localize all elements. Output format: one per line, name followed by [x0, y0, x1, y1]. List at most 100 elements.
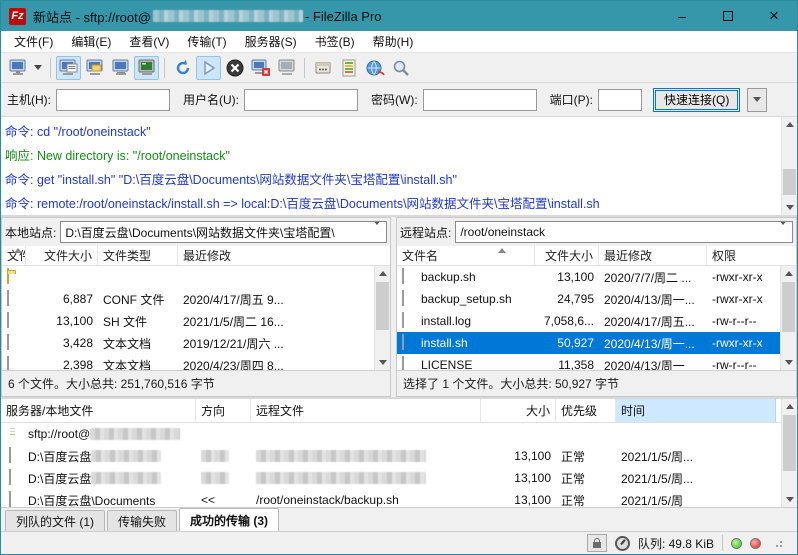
find-files-icon[interactable] [388, 56, 413, 80]
local-header-type[interactable]: 文件类型 [98, 246, 178, 265]
site-manager-dropdown-icon[interactable] [31, 56, 45, 80]
site-manager-icon[interactable] [5, 56, 30, 80]
table-row[interactable]: 6,887CONF 文件2020/4/17/周五 9... [2, 288, 374, 310]
quickconnect-dropdown[interactable] [747, 88, 767, 112]
lock-icon[interactable] [587, 534, 607, 552]
reconnect-icon[interactable] [274, 56, 299, 80]
refresh-icon[interactable] [170, 56, 195, 80]
toggle-remote-tree-icon[interactable] [108, 56, 133, 80]
menu-bookmarks[interactable]: 书签(B) [306, 31, 364, 52]
username-input[interactable] [244, 89, 358, 111]
local-status-bar: 6 个文件。大小总共: 251,760,516 字节 [2, 370, 390, 396]
cell-size: 24,795 [535, 288, 599, 310]
cell-size: 2,398 [26, 354, 98, 370]
table-row[interactable]: 2,398文本文档2020/4/23/周四 8... [2, 354, 374, 370]
remote-site-bar: 远程站点: /root/oneinstack [397, 218, 796, 246]
tab-successful-transfers[interactable]: 成功的传输 (3) [179, 508, 279, 531]
filename-text: install.sh [421, 336, 468, 350]
cell-direction: << [196, 489, 251, 507]
menu-edit[interactable]: 编辑(E) [62, 31, 120, 52]
toggle-local-tree-icon[interactable] [82, 56, 107, 80]
resize-grip[interactable] [773, 538, 783, 548]
cell-type: SH 文件 [98, 310, 178, 332]
host-input[interactable] [56, 89, 170, 111]
queue-row[interactable]: D:\百度云盘\Documents<</root/oneinstack/back… [1, 489, 781, 507]
remote-list-scrollbar[interactable] [780, 266, 796, 370]
local-site-label: 本地站点: [5, 224, 56, 241]
cell-filename [2, 266, 26, 288]
quickconnect-button[interactable]: 快速连接(Q) [653, 88, 740, 112]
table-row[interactable]: 3,428文本文档2019/12/21/周六 ... [2, 332, 374, 354]
queue-rows: sftp://root@ D:\百度云盘13,100正常2021/1/5/周...… [1, 423, 781, 507]
menu-transfer[interactable]: 传输(T) [178, 31, 235, 52]
file-icon [9, 470, 24, 486]
tab-failed-transfers[interactable]: 传输失败 [107, 510, 177, 531]
cell-modified: 2020/7/7/周二 ... [599, 266, 707, 288]
file-blue-icon [402, 335, 417, 351]
menu-file[interactable]: 文件(F) [5, 31, 62, 52]
queue-row[interactable]: sftp://root@ [1, 423, 781, 445]
cell-size: 13,100 [481, 489, 556, 507]
table-row[interactable] [2, 266, 374, 288]
cell-direction [196, 467, 251, 489]
toggle-message-log-icon[interactable] [56, 56, 81, 80]
message-log-scrollbar[interactable] [781, 117, 797, 215]
process-queue-icon[interactable] [196, 56, 221, 80]
remote-site-label: 远程站点: [400, 224, 451, 241]
cell-size: 13,100 [481, 445, 556, 467]
password-input[interactable] [423, 89, 537, 111]
log-prefix: 命令: [5, 197, 37, 211]
local-header-filename[interactable]: 文件名 [2, 246, 26, 265]
queue-header-size[interactable]: 大小 [481, 399, 556, 422]
queue-header-local[interactable]: 服务器/本地文件 [1, 399, 196, 422]
table-row[interactable]: backup.sh13,1002020/7/7/周二 ...-rwxr-xr-x [397, 266, 780, 288]
remote-path-combo[interactable]: /root/oneinstack [455, 221, 793, 243]
queue-scrollbar[interactable] [781, 399, 797, 507]
filename-text: install.log [421, 314, 471, 328]
table-row[interactable]: install.log7,058,6...2020/4/17/周五...-rw-… [397, 310, 780, 332]
local-list-scrollbar[interactable] [374, 266, 390, 370]
cell-perm: -rw-r--r-- [707, 310, 780, 332]
directory-comparison-icon[interactable] [336, 56, 361, 80]
remote-header-size[interactable]: 文件大小 [535, 246, 599, 265]
disconnect-icon[interactable] [248, 56, 273, 80]
remote-header-modified[interactable]: 最近修改 [599, 246, 707, 265]
table-row[interactable]: backup_setup.sh24,7952020/4/13/周一...-rwx… [397, 288, 780, 310]
queue-row[interactable]: D:\百度云盘13,100正常2021/1/5/周... [1, 467, 781, 489]
table-row[interactable]: LICENSE11,3582020/4/13/周一-rw-r--r-- [397, 354, 780, 370]
queue-header-remote[interactable]: 远程文件 [251, 399, 481, 422]
local-path-combo[interactable]: D:\百度云盘\Documents\网站数据文件夹\宝塔配置\ [60, 221, 387, 243]
queue-header-direction[interactable]: 方向 [196, 399, 251, 422]
queue-header-priority[interactable]: 优先级 [556, 399, 616, 422]
minimize-button[interactable]: – [659, 1, 705, 31]
cancel-icon[interactable] [222, 56, 247, 80]
maximize-button[interactable] [705, 1, 751, 31]
menu-server[interactable]: 服务器(S) [236, 31, 306, 52]
speed-limit-icon[interactable] [615, 536, 630, 551]
table-row[interactable]: install.sh50,9272020/4/13/周一...-rwxr-xr-… [397, 332, 780, 354]
cell-modified: 2020/4/23/周四 8... [178, 354, 374, 370]
queue-header-time[interactable]: 时间 [616, 399, 776, 422]
local-header-modified[interactable]: 最近修改 [178, 246, 390, 265]
menu-help[interactable]: 帮助(H) [364, 31, 423, 52]
file-icon [402, 357, 417, 370]
queue-row[interactable]: D:\百度云盘13,100正常2021/1/5/周... [1, 445, 781, 467]
cell-local-file: D:\百度云盘 [1, 467, 196, 489]
menu-view[interactable]: 查看(V) [120, 31, 178, 52]
port-label: 端口(P): [550, 91, 593, 108]
filter-icon[interactable] [310, 56, 335, 80]
tab-queued-files[interactable]: 列队的文件 (1) [5, 510, 105, 531]
cell-time: 2021/1/5/周... [616, 445, 776, 467]
local-header-size[interactable]: 文件大小 [26, 246, 98, 265]
port-input[interactable] [598, 89, 642, 111]
close-button[interactable]: × [751, 1, 797, 31]
transfer-queue: 服务器/本地文件 方向 远程文件 大小 优先级 时间 sftp://root@D… [1, 397, 797, 507]
remote-header-filename[interactable]: 文件名 [397, 246, 535, 265]
cell-filename: install.sh [397, 332, 535, 354]
synchronized-browsing-icon[interactable] [362, 56, 387, 80]
status-bar: 队列: 49.8 KiB [1, 531, 797, 554]
table-row[interactable]: 13,100SH 文件2021/1/5/周二 16... [2, 310, 374, 332]
cell-local-file: D:\百度云盘 [1, 445, 196, 467]
toggle-transfer-queue-icon[interactable] [134, 56, 159, 80]
remote-header-perm[interactable]: 权限 [707, 246, 796, 265]
